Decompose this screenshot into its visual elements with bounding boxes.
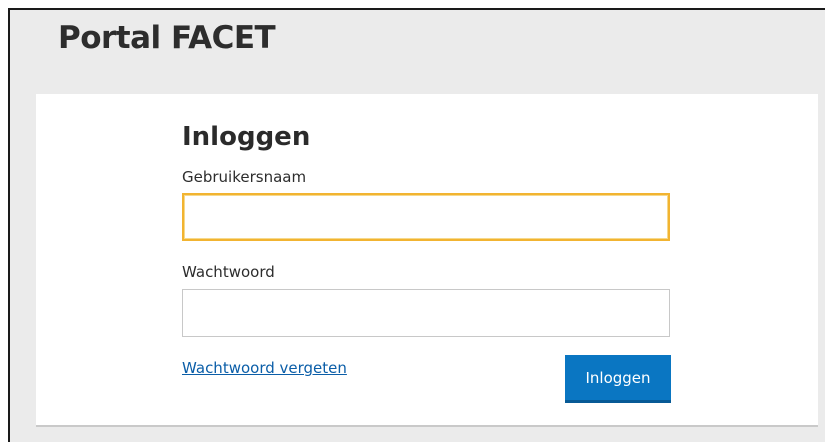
login-form: Inloggen Gebruikersnaam Wachtwoord Wacht… (182, 94, 672, 425)
username-field[interactable] (182, 193, 670, 241)
password-label: Wachtwoord (182, 263, 275, 281)
password-field[interactable] (182, 289, 670, 337)
app-title: Portal FACET (58, 20, 276, 56)
login-card: Inloggen Gebruikersnaam Wachtwoord Wacht… (36, 94, 818, 427)
login-title: Inloggen (182, 122, 311, 152)
page-frame: Portal FACET Inloggen Gebruikersnaam Wac… (8, 8, 825, 442)
login-button[interactable]: Inloggen (565, 355, 671, 403)
username-label: Gebruikersnaam (182, 168, 307, 186)
forgot-password-link[interactable]: Wachtwoord vergeten (182, 359, 347, 377)
